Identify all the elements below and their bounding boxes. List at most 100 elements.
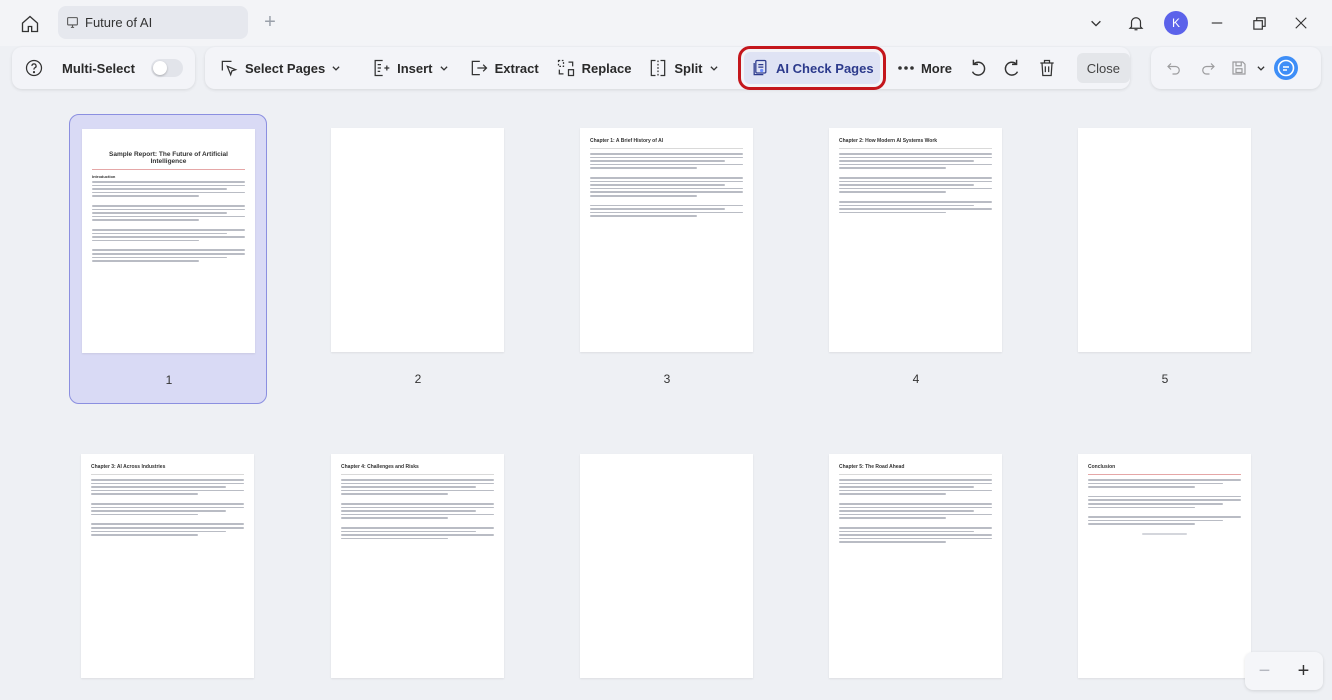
- home-icon: [21, 15, 39, 33]
- title-rule: [91, 474, 244, 475]
- title-rule: [92, 169, 245, 170]
- page-thumbnail[interactable]: Sample Report: The Future of Artificial …: [69, 114, 267, 404]
- page-preview: [580, 454, 753, 678]
- page-subtitle: Introduction: [92, 174, 116, 179]
- insert-button[interactable]: Insert: [365, 52, 454, 84]
- restore-icon: [1252, 16, 1266, 30]
- save-options-button[interactable]: [1253, 52, 1269, 84]
- title-bar: Future of AI + K: [0, 0, 1332, 46]
- page-number: 4: [912, 372, 920, 386]
- rotate-right-button[interactable]: [999, 52, 1027, 84]
- restore-button[interactable]: [1238, 8, 1280, 38]
- page-preview: Chapter 5: The Road Ahead: [829, 454, 1002, 678]
- minimize-icon: [1211, 22, 1223, 24]
- chevron-down-icon: [1091, 20, 1101, 27]
- page-thumbnail[interactable]: 2: [319, 114, 517, 404]
- ai-check-pages-button[interactable]: AI Check Pages: [738, 46, 886, 90]
- help-icon: [25, 59, 43, 77]
- page-title: Chapter 3: AI Across Industries: [91, 464, 166, 470]
- new-tab-button[interactable]: +: [260, 11, 280, 33]
- page-thumbnail-grid: Sample Report: The Future of Artificial …: [0, 110, 1332, 700]
- split-icon: [651, 59, 666, 77]
- page-thumbnail[interactable]: [568, 440, 766, 700]
- close-window-button[interactable]: [1280, 8, 1322, 38]
- close-button[interactable]: Close: [1076, 53, 1130, 83]
- page-number: 3: [663, 372, 671, 386]
- page-thumbnail[interactable]: Chapter 1: A Brief History of AI 3: [568, 114, 766, 404]
- replace-button[interactable]: Replace: [550, 52, 638, 84]
- ai-check-pages-icon: [753, 59, 767, 76]
- redo-icon: [1202, 63, 1215, 75]
- delete-button[interactable]: [1033, 52, 1061, 84]
- page-thumbnail[interactable]: Chapter 4: Challenges and Risks: [319, 440, 517, 700]
- select-pages-label: Select Pages: [245, 60, 326, 76]
- page-title: Chapter 1: A Brief History of AI: [590, 138, 664, 144]
- title-rule: [590, 148, 743, 149]
- undo-button[interactable]: [1157, 52, 1191, 84]
- page-title: Chapter 5: The Road Ahead: [839, 464, 905, 470]
- title-rule: [341, 474, 494, 475]
- page-preview: [1078, 128, 1251, 352]
- rotate-left-icon: [972, 59, 986, 76]
- window-controls: K: [1076, 8, 1322, 38]
- page-preview: Sample Report: The Future of Artificial …: [82, 129, 255, 353]
- insert-label: Insert: [397, 60, 433, 76]
- page-thumbnail[interactable]: Conclusion: [1066, 440, 1264, 700]
- page-preview: Chapter 4: Challenges and Risks: [331, 454, 504, 678]
- page-preview: Conclusion: [1078, 454, 1251, 678]
- ai-check-pages-label: AI Check Pages: [776, 60, 874, 76]
- page-thumbnail[interactable]: 5: [1066, 114, 1264, 404]
- multi-select-toggle[interactable]: [150, 59, 183, 77]
- bell-icon: [1128, 17, 1144, 31]
- history-group: [1151, 47, 1321, 89]
- undo-icon: [1167, 63, 1180, 75]
- save-button[interactable]: [1225, 52, 1253, 84]
- replace-label: Replace: [581, 60, 632, 76]
- more-label: More: [920, 60, 953, 76]
- more-button[interactable]: More: [891, 52, 958, 84]
- cursor-select-icon: [221, 60, 238, 77]
- document-tab[interactable]: Future of AI: [58, 6, 248, 39]
- extract-icon: [471, 60, 488, 76]
- zoom-in-button[interactable]: +: [1298, 660, 1310, 683]
- more-dots-icon: [898, 66, 914, 70]
- chevron-down-icon: [709, 66, 718, 71]
- notifications-button[interactable]: [1116, 8, 1156, 38]
- page-preview: Chapter 3: AI Across Industries: [81, 454, 254, 678]
- rotate-left-button[interactable]: [965, 52, 993, 84]
- avatar: K: [1164, 11, 1188, 35]
- page-thumbnail[interactable]: Chapter 5: The Road Ahead: [817, 440, 1015, 700]
- document-tab-icon: [67, 17, 78, 28]
- multi-select-group: Multi-Select: [12, 47, 195, 89]
- title-rule: [1088, 474, 1241, 475]
- chevron-down-icon: [332, 66, 340, 71]
- help-button[interactable]: [22, 52, 46, 84]
- page-title: Chapter 2: How Modern AI Systems Work: [839, 138, 938, 144]
- page-thumbnail[interactable]: Chapter 2: How Modern AI Systems Work 4: [817, 114, 1015, 404]
- select-pages-button[interactable]: Select Pages: [213, 52, 347, 84]
- ai-assistant-icon: [1274, 56, 1298, 80]
- page-tools-toolbar: Select Pages Insert Extract Replace Spli…: [205, 46, 1130, 90]
- page-preview: [331, 128, 504, 352]
- split-button[interactable]: Split: [642, 52, 724, 84]
- split-label: Split: [674, 60, 703, 76]
- user-avatar-button[interactable]: K: [1156, 8, 1196, 38]
- extract-button[interactable]: Extract: [463, 52, 545, 84]
- home-button[interactable]: [16, 10, 44, 38]
- trash-icon: [1039, 59, 1054, 77]
- page-preview: Chapter 1: A Brief History of AI: [580, 128, 753, 352]
- ai-assistant-button[interactable]: [1269, 52, 1303, 84]
- page-thumbnail[interactable]: Chapter 3: AI Across Industries: [69, 440, 267, 700]
- page-preview: Chapter 2: How Modern AI Systems Work: [829, 128, 1002, 352]
- redo-button[interactable]: [1191, 52, 1225, 84]
- zoom-out-button[interactable]: −: [1259, 660, 1271, 683]
- tab-list-button[interactable]: [1076, 8, 1116, 38]
- multi-select-label: Multi-Select: [62, 60, 135, 76]
- minimize-button[interactable]: [1196, 8, 1238, 38]
- chevron-down-icon: [1257, 66, 1265, 71]
- extract-label: Extract: [494, 60, 539, 76]
- insert-page-icon: [374, 59, 390, 77]
- page-title: Chapter 4: Challenges and Risks: [341, 464, 419, 470]
- replace-icon: [557, 59, 574, 77]
- save-icon: [1232, 61, 1246, 75]
